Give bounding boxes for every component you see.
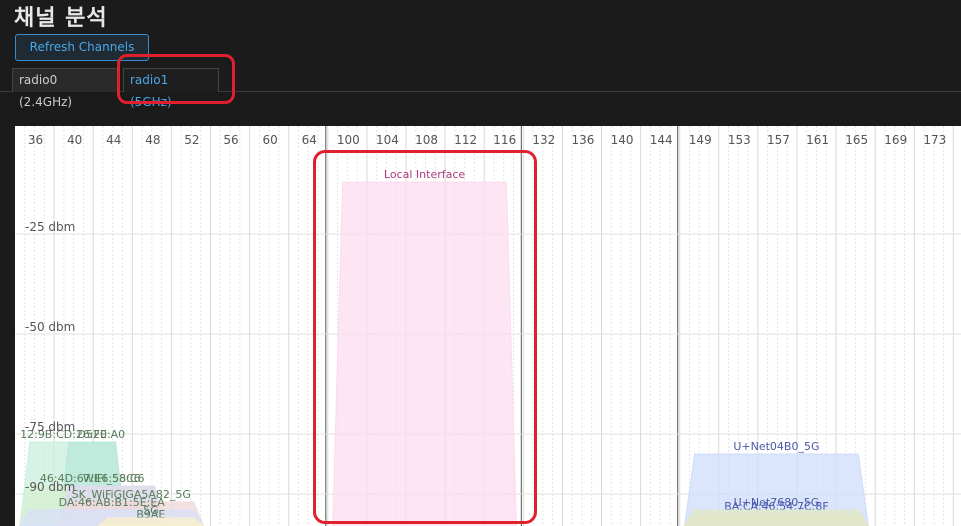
x-tick-label: 44 bbox=[106, 133, 121, 147]
x-tick-label: 60 bbox=[263, 133, 278, 147]
x-tick-label: 52 bbox=[184, 133, 199, 147]
x-tick-label: 161 bbox=[806, 133, 829, 147]
y-tick-label: -75 dbm bbox=[25, 420, 75, 434]
x-tick-label: 144 bbox=[650, 133, 673, 147]
tab-radio0[interactable]: radio0 (2.4GHz) bbox=[12, 68, 118, 109]
x-tick-label: 153 bbox=[728, 133, 751, 147]
x-tick-label: 112 bbox=[454, 133, 477, 147]
x-tick-label: 100 bbox=[337, 133, 360, 147]
series-area bbox=[97, 517, 205, 526]
series-label: U+Net04B0_5G bbox=[733, 440, 819, 453]
x-tick-label: 48 bbox=[145, 133, 160, 147]
series-area bbox=[683, 509, 869, 526]
x-tick-label: 104 bbox=[376, 133, 399, 147]
x-tick-label: 149 bbox=[689, 133, 712, 147]
y-tick-label: -25 dbm bbox=[25, 220, 75, 234]
y-tick-label: -50 dbm bbox=[25, 320, 75, 334]
x-tick-label: 140 bbox=[611, 133, 634, 147]
series-label: WIFI_58C6 bbox=[83, 472, 141, 485]
x-tick-label: 64 bbox=[302, 133, 317, 147]
x-tick-label: 165 bbox=[845, 133, 868, 147]
x-tick-label: 116 bbox=[493, 133, 516, 147]
x-tick-label: 173 bbox=[923, 133, 946, 147]
x-tick-label: 36 bbox=[28, 133, 43, 147]
tab-highlight-annotation bbox=[117, 54, 235, 104]
x-tick-label: 40 bbox=[67, 133, 82, 147]
x-tick-label: 136 bbox=[571, 133, 594, 147]
x-tick-label: 157 bbox=[767, 133, 790, 147]
x-tick-label: 169 bbox=[884, 133, 907, 147]
series-label: 5G bbox=[143, 504, 159, 517]
x-tick-label: 108 bbox=[415, 133, 438, 147]
series-label: U+Net7680_5G bbox=[734, 496, 820, 509]
page-title: 채널 분석 bbox=[14, 6, 108, 31]
x-tick-label: 132 bbox=[532, 133, 555, 147]
local-interface-highlight-annotation bbox=[313, 150, 537, 524]
x-tick-label: 56 bbox=[223, 133, 238, 147]
y-tick-label: -90 dbm bbox=[25, 480, 75, 494]
series-label: D52E bbox=[77, 428, 106, 441]
